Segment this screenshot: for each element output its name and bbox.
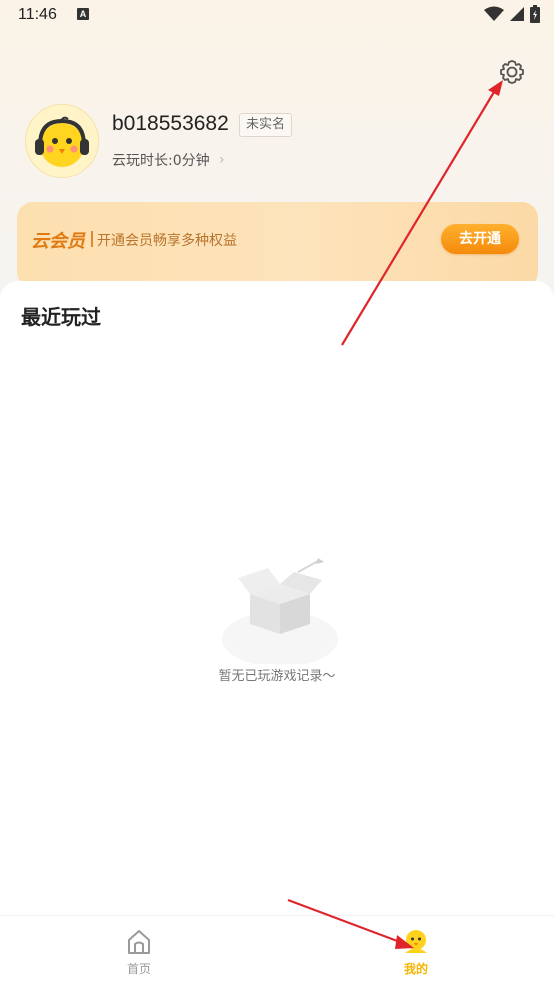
section-title: 最近玩过 — [21, 305, 101, 329]
tab-home[interactable]: 首页 — [99, 916, 179, 985]
signal-icon — [510, 7, 524, 21]
battery-icon — [530, 5, 540, 23]
gear-icon[interactable] — [498, 58, 526, 86]
empty-box-icon — [222, 558, 338, 664]
recent-played-panel: 最近玩过 暂无已玩游戏记录～ — [0, 281, 554, 915]
open-vip-button[interactable]: 去开通 — [441, 224, 519, 254]
username: b018553682 — [112, 112, 229, 135]
status-bar: 11:46 A — [0, 0, 554, 32]
vip-title: 云会员 — [31, 231, 85, 251]
vip-banner[interactable]: 云会员 开通会员畅享多种权益 去开通 — [17, 202, 538, 288]
empty-state-text: 暂无已玩游戏记录～ — [218, 669, 336, 684]
tab-mine[interactable]: 我的 — [376, 916, 456, 985]
vip-description: 开通会员畅享多种权益 — [97, 233, 237, 249]
real-name-badge[interactable]: 未实名 — [239, 113, 293, 137]
chevron-right-icon: › — [219, 152, 225, 168]
tab-home-label: 首页 — [126, 962, 151, 976]
bottom-tab-bar: 首页 我的 — [0, 915, 554, 985]
status-time: 11:46 — [18, 6, 57, 23]
profile-icon — [405, 930, 427, 953]
tab-mine-label: 我的 — [403, 962, 428, 976]
wifi-icon — [484, 6, 504, 21]
avatar[interactable] — [25, 104, 99, 178]
a-letter-icon: A — [77, 8, 89, 20]
playtime-label[interactable]: 云玩时长:0分钟 — [112, 150, 210, 170]
home-icon — [128, 930, 150, 954]
vip-divider — [91, 231, 93, 247]
